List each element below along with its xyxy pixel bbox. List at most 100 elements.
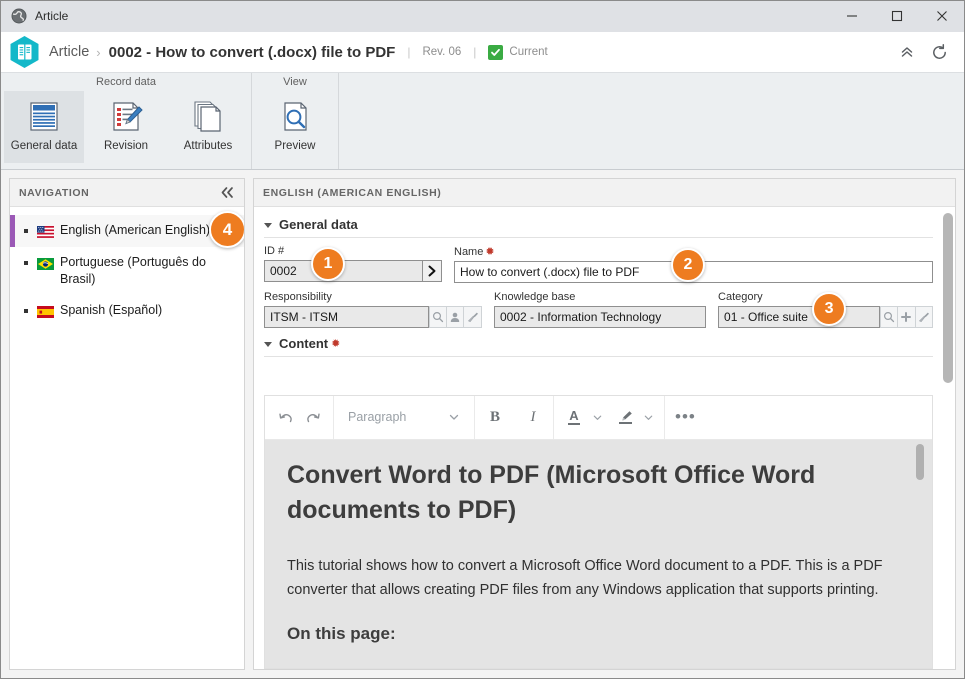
text-color-chevron-down-icon[interactable] [588,402,607,432]
category-input[interactable] [718,306,881,328]
editor-toolbar-color-group: A [554,396,664,439]
chevron-down-icon[interactable] [264,342,272,347]
sidebar-item-portuguese[interactable]: Portuguese (Português do Brasil) [10,247,244,295]
field-id: ID # 1 [264,245,442,283]
editor-canvas[interactable]: Convert Word to PDF (Microsoft Office Wo… [265,439,932,668]
navigation-title: NAVIGATION [19,186,90,199]
input-group-responsibility [264,306,482,328]
document-heading: Convert Word to PDF (Microsoft Office Wo… [287,460,816,524]
check-icon [488,44,504,60]
content-panel-title: ENGLISH (AMERICAN ENGLISH) [263,186,442,199]
chevron-double-up-icon[interactable] [894,39,920,65]
sidebar-item-english[interactable]: English (American English) 4 [10,211,244,248]
window-controls [829,1,964,32]
ribbon-group-items: General data Revision Attributes [1,91,251,169]
ribbon-button-revision[interactable]: Revision [86,91,166,163]
callout-badge-2: 2 [671,248,705,282]
input-group-id: 1 [264,247,442,282]
document-subheading: On this page: [287,623,396,643]
bold-button[interactable]: B [481,402,509,432]
clear-icon[interactable] [915,306,933,328]
ribbon-button-label: Preview [274,140,316,152]
ribbon-button-preview[interactable]: Preview [255,91,335,163]
clear-icon[interactable] [464,306,482,328]
ribbon-group-label: Record data [96,76,156,88]
breadcrumb-root[interactable]: Article [49,44,89,60]
text-color-icon[interactable]: A [560,402,588,432]
main-body: NAVIGATION English (American English) 4 … [1,170,964,678]
revision-label: Rev. 06 [422,46,462,58]
field-label-responsibility: Responsibility [264,291,332,303]
ribbon-group-record-data: Record data General data Revision Attrib… [1,73,252,169]
responsibility-input[interactable] [264,306,429,328]
ribbon-button-general-data[interactable]: General data [4,91,84,163]
person-icon[interactable] [446,306,465,328]
refresh-icon[interactable] [926,39,952,65]
section-header-general-data[interactable]: General data [264,217,933,232]
knowledge-base-input[interactable] [494,306,707,328]
search-icon[interactable] [880,306,898,328]
callout-badge-label: 4 [222,219,233,239]
field-knowledge-base: Knowledge base [494,291,707,328]
chevron-double-left-icon[interactable] [220,186,235,199]
input-group-category: 3 [718,292,933,328]
ribbon-button-attributes[interactable]: Attributes [168,91,248,163]
search-icon[interactable] [428,306,447,328]
sidebar-item-spanish[interactable]: Spanish (Español) [10,295,244,327]
highlight-chevron-down-icon[interactable] [639,402,658,432]
field-category: Category 01 - Office suite 3 [718,291,933,328]
minimize-button[interactable] [829,1,874,32]
list-bullet-icon [24,261,28,265]
content-scrollbar-thumb[interactable] [943,213,953,383]
field-label-knowledge-base: Knowledge base [494,291,576,303]
required-marker-icon: ✹ [485,246,495,258]
callout-badge-1: 1 [311,247,345,281]
editor-scrollbar[interactable] [916,443,926,644]
maximize-button[interactable] [874,1,919,32]
ribbon-button-label: General data [10,140,78,152]
flag-es-icon [37,305,54,318]
chevron-down-icon[interactable] [264,223,272,228]
content-editor: Paragraph B I A ••• Convert Word to PDF … [264,394,933,669]
title-bar: Article [1,1,964,32]
content-panel-header: ENGLISH (AMERICAN ENGLISH) [254,179,955,207]
undo-icon[interactable] [271,402,299,432]
close-button[interactable] [919,1,964,32]
highlighter-icon[interactable] [611,402,639,432]
plus-icon[interactable] [898,306,916,328]
list-bullet-icon [24,309,28,313]
content-scrollbar[interactable] [943,213,953,389]
callout-badge-label: 1 [323,255,333,272]
page-title: 0002 - How to convert (.docx) file to PD… [108,43,396,61]
navigation-panel: NAVIGATION English (American English) 4 … [9,178,245,670]
section-divider [264,237,933,238]
editor-scrollbar-thumb[interactable] [916,443,924,480]
section-header-content[interactable]: Content ✹ [264,336,933,351]
callout-badge-label: 3 [824,300,834,317]
ribbon-group-label: View [283,76,307,88]
required-marker-icon: ✹ [331,338,341,350]
content-panel: ENGLISH (AMERICAN ENGLISH) General data … [253,178,956,670]
flag-us-icon [37,225,54,238]
header-divider-1: | [407,45,411,59]
chevron-right-icon[interactable] [422,260,442,282]
input-group-knowledge-base [494,306,707,328]
preview-icon [275,97,315,139]
paragraph-style-select[interactable]: Paragraph [340,402,468,432]
editor-toolbar-history-group [265,396,333,439]
ribbon-button-label: Attributes [183,140,233,152]
navigation-list: English (American English) 4 Portuguese … [10,207,244,669]
more-options-button[interactable]: ••• [671,402,700,432]
sidebar-item-label: Portuguese (Português do Brasil) [60,255,206,286]
highlight-underline [618,422,632,424]
ribbon-empty-area [339,73,964,169]
field-label-name-text: Name [454,245,484,258]
italic-button[interactable]: I [519,402,547,432]
ribbon-group-view: View Preview [252,73,339,169]
editor-toolbar-style-group: Paragraph [334,396,474,439]
section-title: Content [279,336,329,351]
status-label: Current [509,46,548,58]
article-hex-icon [9,35,40,69]
editor-toolbar: Paragraph B I A ••• [265,395,932,440]
redo-icon[interactable] [299,402,327,432]
